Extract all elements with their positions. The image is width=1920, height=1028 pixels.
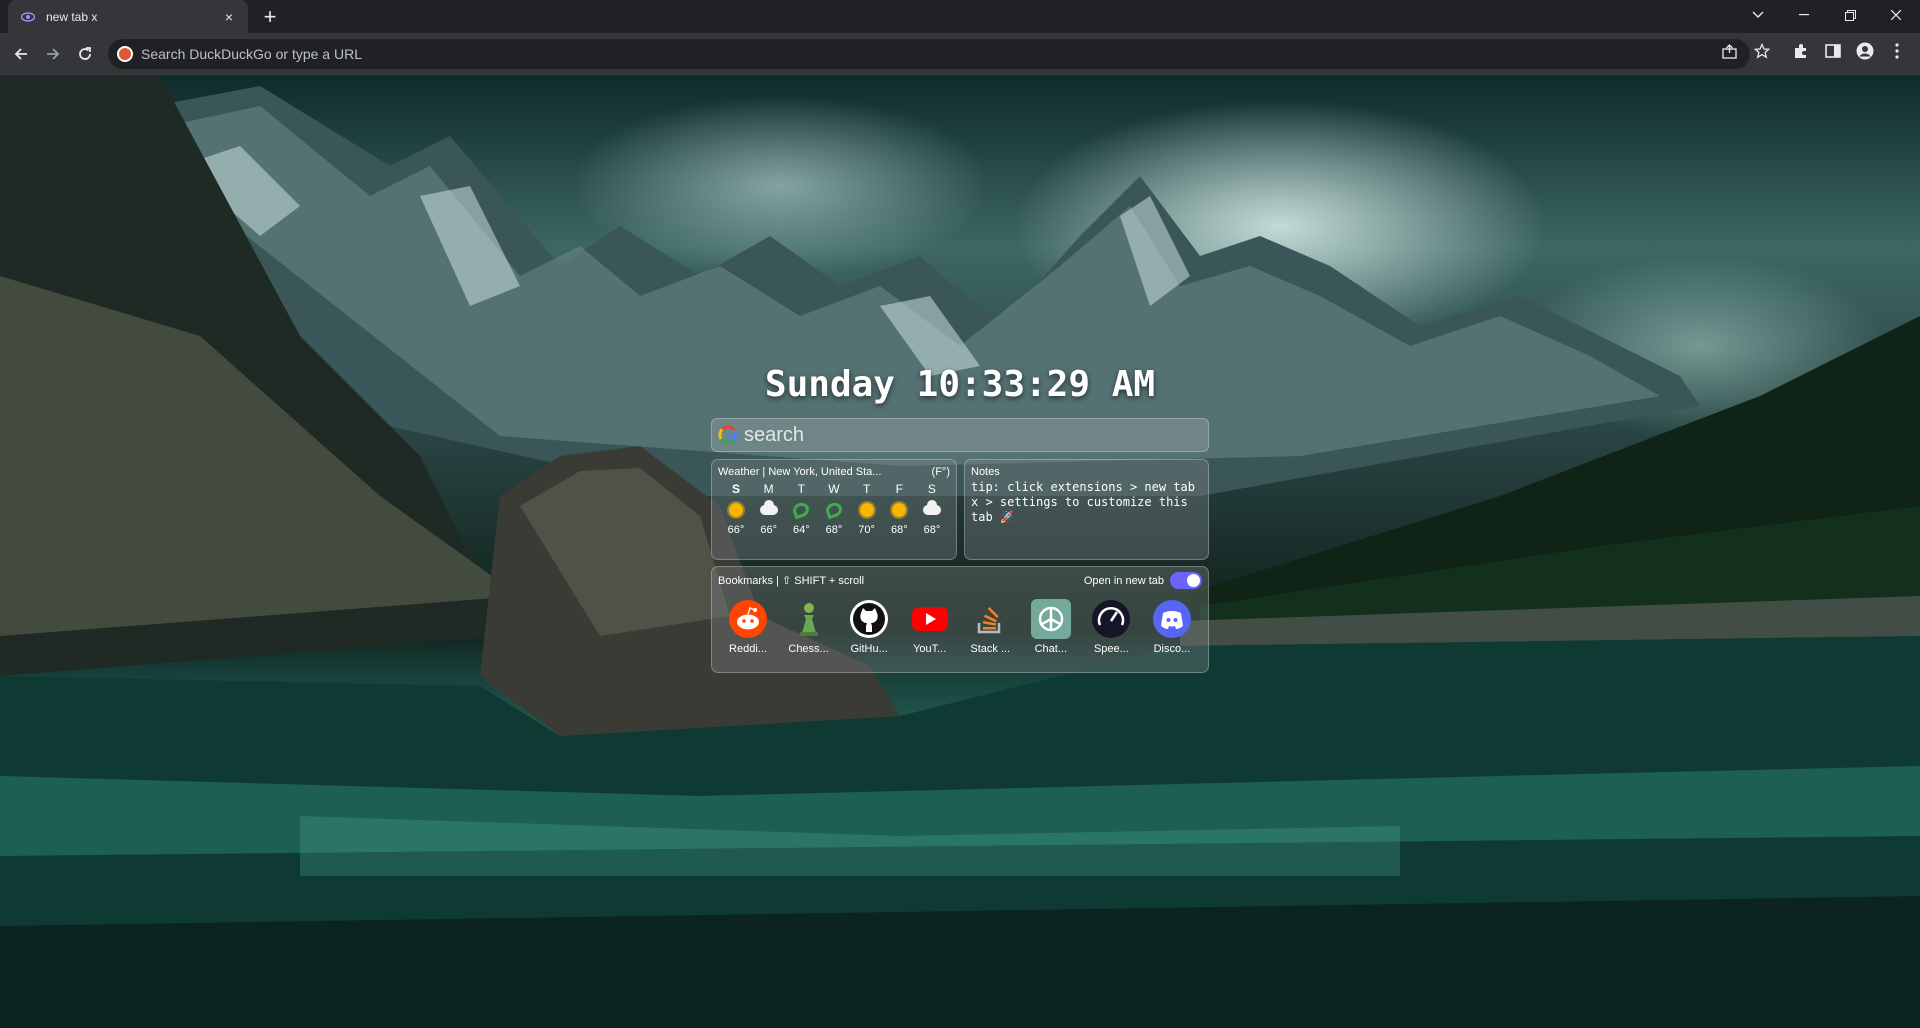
sun-icon <box>857 500 877 520</box>
bookmark-label[interactable]: Chess... <box>788 643 828 655</box>
weather-unit[interactable]: (F°) <box>932 466 950 478</box>
tab-title: new tab x <box>46 9 98 24</box>
forecast-day-temp: 68° <box>923 524 941 536</box>
forecast-day: M 66° <box>755 482 783 536</box>
share-icon[interactable] <box>1717 39 1741 63</box>
forecast-day-label: T <box>797 482 805 496</box>
bookmark-item[interactable]: Reddi... <box>721 599 775 655</box>
tab-close-icon[interactable]: × <box>220 8 238 26</box>
chess-pawn-icon[interactable] <box>789 599 829 639</box>
forecast-day-label: S <box>927 482 936 496</box>
notes-widget[interactable]: Notes tip: click extensions > new tab x … <box>964 459 1209 560</box>
forecast-day-temp: 68° <box>825 524 843 536</box>
address-placeholder: Search DuckDuckGo or type a URL <box>141 46 362 62</box>
restore-button[interactable] <box>1828 0 1872 30</box>
sun-icon <box>889 500 909 520</box>
bookmark-label[interactable]: GitHu... <box>850 643 887 655</box>
forecast-day-temp: 66° <box>727 524 745 536</box>
open-in-new-tab-toggle[interactable] <box>1170 572 1202 589</box>
toggle-knob <box>1187 574 1200 587</box>
window-close-button[interactable] <box>1874 0 1918 30</box>
bookmark-list: Reddi... Chess... GitHu... YouT... Stack ...… <box>718 599 1202 655</box>
forecast-day-temp: 66° <box>760 524 777 536</box>
bookmark-label[interactable]: Stack ... <box>970 643 1010 655</box>
forecast-day-label: M <box>763 482 774 496</box>
open-in-new-tab-label: Open in new tab <box>1083 574 1164 587</box>
bookmark-item[interactable]: YouT... <box>903 599 957 655</box>
tab-strip: new tab x × + <box>0 0 1920 33</box>
bookmark-label[interactable]: YouT... <box>913 643 946 655</box>
forecast-day: F 68° <box>885 482 913 536</box>
forecast-day: T 64° <box>787 482 815 536</box>
weather-title: Weather | New York, United Sta... <box>718 466 882 478</box>
new-tab-button[interactable]: + <box>258 5 282 29</box>
minimize-button[interactable] <box>1782 0 1826 30</box>
stackoverflow-icon[interactable] <box>970 599 1010 639</box>
bookmark-label[interactable]: Chat... <box>1035 643 1067 655</box>
side-panel-icon[interactable] <box>1821 39 1845 63</box>
browser-toolbar: Search DuckDuckGo or type a URL <box>0 33 1920 76</box>
forward-arrow-icon[interactable] <box>41 42 65 66</box>
bookmark-label[interactable]: Disco... <box>1154 643 1191 655</box>
bookmark-item[interactable]: Spee... <box>1084 599 1138 655</box>
weather-widget: Weather | New York, United Sta... (F°) S… <box>711 459 957 560</box>
discord-icon[interactable] <box>1152 599 1192 639</box>
forecast-day-temp: 70° <box>858 524 875 536</box>
landscape-background <box>0 76 1920 1028</box>
google-icon <box>718 425 738 445</box>
active-tab[interactable]: new tab x × <box>8 0 248 33</box>
eye-icon <box>20 9 36 25</box>
address-bar[interactable]: Search DuckDuckGo or type a URL <box>108 39 1750 69</box>
wind-icon <box>824 500 844 520</box>
bookmarks-widget: Bookmarks | ⇧ SHIFT + scroll Open in new… <box>711 566 1209 673</box>
forecast-day-label: W <box>828 482 840 496</box>
speedtest-icon[interactable] <box>1091 599 1131 639</box>
notes-text[interactable]: tip: click extensions > new tab x > sett… <box>971 480 1202 525</box>
youtube-icon[interactable] <box>910 599 950 639</box>
forecast-day-label: S <box>731 482 740 496</box>
bookmark-label[interactable]: Spee... <box>1094 643 1129 655</box>
clock: Sunday 10:33:29 AM <box>764 364 1156 405</box>
profile-avatar-icon[interactable] <box>1853 39 1877 63</box>
search-box[interactable] <box>711 418 1209 452</box>
forecast-day: S 68° <box>918 482 946 536</box>
search-input[interactable] <box>744 423 1208 447</box>
reddit-icon[interactable] <box>728 599 768 639</box>
forecast-day-label: T <box>862 482 871 496</box>
bookmark-label[interactable]: Reddi... <box>729 643 767 655</box>
chatgpt-icon[interactable] <box>1030 599 1071 639</box>
tab-search-button[interactable] <box>1736 0 1780 30</box>
github-icon[interactable] <box>849 599 889 639</box>
bookmark-item[interactable]: Stack ... <box>963 599 1017 655</box>
forecast-day-temp: 68° <box>890 524 908 536</box>
bookmark-item[interactable]: Disco... <box>1145 599 1199 655</box>
new-tab-page: Sunday 10:33:29 AM <box>0 76 1920 1028</box>
more-menu-icon[interactable] <box>1885 39 1909 63</box>
bookmark-item[interactable]: GitHu... <box>842 599 896 655</box>
cloud-icon <box>759 500 779 520</box>
sun-icon <box>726 500 746 520</box>
reload-icon[interactable] <box>73 42 97 66</box>
back-arrow-icon[interactable] <box>9 42 33 66</box>
notes-title: Notes <box>971 466 1000 478</box>
bookmarks-title: Bookmarks | ⇧ SHIFT + scroll <box>718 575 865 587</box>
weather-forecast: S 66° M 66° T 64° W 68° T 70° F 68° S 68° <box>718 482 950 536</box>
bookmark-star-icon[interactable] <box>1750 39 1774 63</box>
forecast-day: S 66° <box>722 482 750 536</box>
bookmark-item[interactable]: Chat... <box>1024 599 1078 655</box>
forecast-day: T 70° <box>853 482 881 536</box>
bookmark-item[interactable]: Chess... <box>782 599 836 655</box>
forecast-day-label: F <box>895 482 903 496</box>
forecast-day-temp: 64° <box>792 524 810 536</box>
cloud-icon <box>922 500 942 520</box>
duckduckgo-icon <box>117 46 133 62</box>
extensions-puzzle-icon[interactable] <box>1789 39 1813 63</box>
wind-icon <box>791 500 812 520</box>
forecast-day: W 68° <box>820 482 848 536</box>
